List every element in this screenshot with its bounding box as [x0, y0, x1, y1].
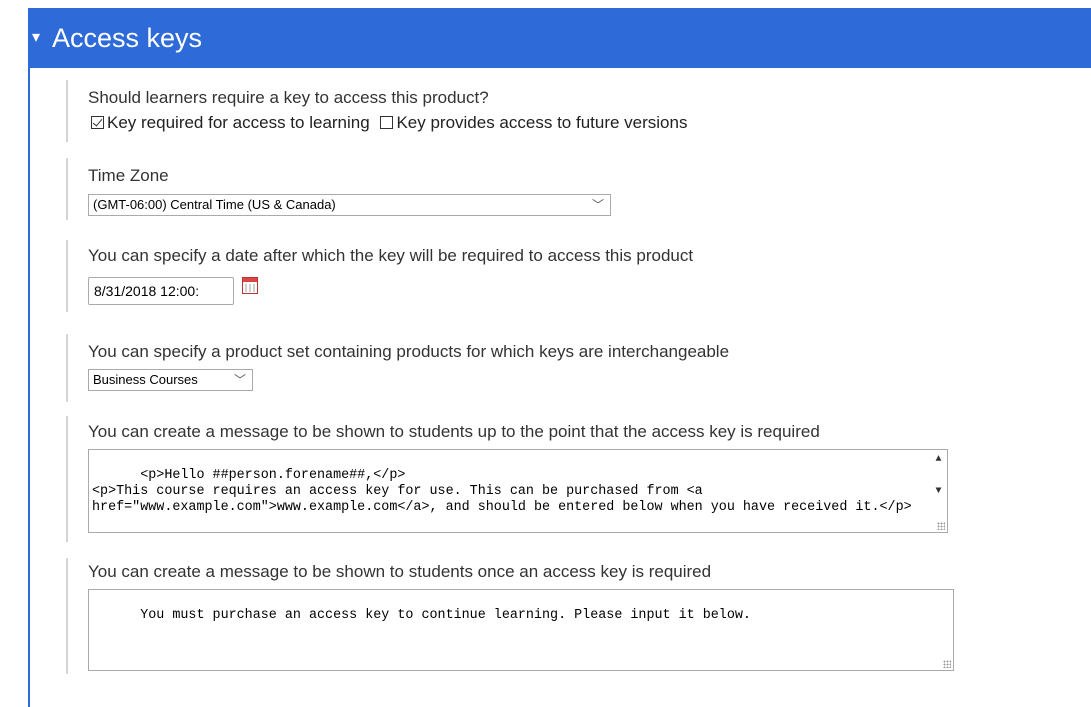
- key-required-checkbox[interactable]: [91, 116, 104, 129]
- post-message-section: You can create a message to be shown to …: [66, 558, 1026, 674]
- product-set-label: You can specify a product set containing…: [88, 342, 730, 361]
- panel-title: Access keys: [52, 23, 203, 53]
- section-divider: [66, 80, 68, 142]
- post-message-label: You can create a message to be shown to …: [88, 562, 712, 581]
- access-keys-header[interactable]: ▾ Access keys: [28, 8, 1091, 68]
- product-set-select[interactable]: Business Courses ﹀: [88, 369, 253, 391]
- future-versions-label: Key provides access to future versions: [396, 113, 688, 132]
- access-keys-panel: ▾ Access keys Should learners require a …: [0, 0, 1091, 707]
- chevron-down-icon: ﹀: [233, 373, 246, 387]
- date-input[interactable]: 8/31/2018 12:00:: [88, 277, 234, 305]
- date-section: You can specify a date after which the k…: [66, 240, 1026, 312]
- resize-grip-icon[interactable]: [937, 522, 945, 530]
- key-required-label: Key required for access to learning: [107, 113, 370, 132]
- future-versions-checkbox[interactable]: [380, 116, 394, 129]
- product-set-selected-value: Business Courses: [93, 372, 198, 387]
- require-key-section: Should learners require a key to access …: [66, 80, 1026, 142]
- post-message-textarea[interactable]: You must purchase an access key to conti…: [88, 589, 954, 671]
- require-key-options: Key required for access to learning Key …: [91, 112, 693, 134]
- scroll-down-icon[interactable]: ▼: [930, 484, 947, 500]
- chevron-down-icon: ﹀: [591, 198, 604, 212]
- pre-message-text: <p>Hello ##person.forename##,</p> <p>Thi…: [92, 468, 912, 515]
- calendar-icon[interactable]: [242, 277, 258, 294]
- collapse-caret-icon[interactable]: ▾: [32, 28, 40, 48]
- section-divider: [66, 158, 68, 220]
- post-message-text: You must purchase an access key to conti…: [140, 608, 751, 623]
- pre-message-textarea[interactable]: <p>Hello ##person.forename##,</p> <p>Thi…: [88, 449, 948, 533]
- section-divider: [66, 334, 68, 402]
- scroll-up-icon[interactable]: ▲: [930, 452, 947, 468]
- timezone-selected-value: (GMT-06:00) Central Time (US & Canada): [93, 197, 336, 212]
- pre-message-label: You can create a message to be shown to …: [88, 422, 820, 441]
- pre-message-section: You can create a message to be shown to …: [66, 416, 1026, 542]
- date-label: You can specify a date after which the k…: [88, 246, 694, 265]
- timezone-section: Time Zone (GMT-06:00) Central Time (US &…: [66, 158, 1026, 220]
- resize-grip-icon[interactable]: [943, 660, 951, 668]
- panel-left-border: [28, 68, 30, 707]
- section-divider: [66, 558, 68, 674]
- product-set-section: You can specify a product set containing…: [66, 334, 1026, 402]
- future-versions-option[interactable]: Key provides access to future versions: [380, 112, 687, 134]
- section-divider: [66, 240, 68, 312]
- timezone-label: Time Zone: [88, 166, 169, 185]
- timezone-select[interactable]: (GMT-06:00) Central Time (US & Canada) ﹀: [88, 194, 611, 216]
- require-key-label: Should learners require a key to access …: [88, 88, 489, 107]
- textarea-scrollbar[interactable]: ▲ ▼: [930, 450, 947, 518]
- section-divider: [66, 416, 68, 542]
- key-required-option[interactable]: Key required for access to learning: [91, 112, 370, 134]
